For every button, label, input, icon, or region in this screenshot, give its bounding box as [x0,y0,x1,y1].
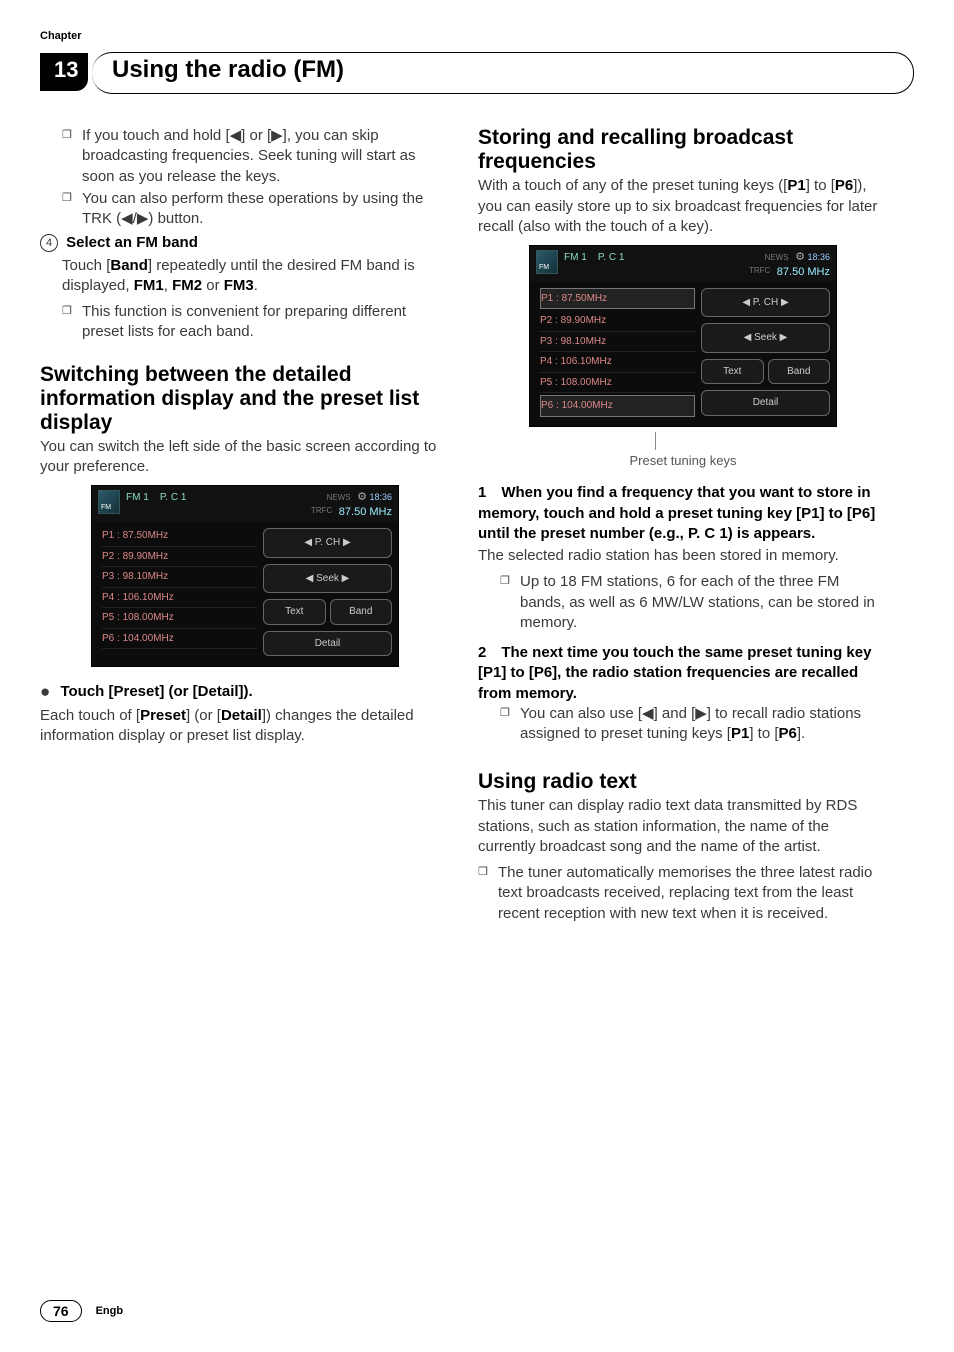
section-heading-switching: Switching between the detailed informati… [40,363,450,435]
clock: 18:36 [807,252,830,262]
numbered-step-1: 1 When you find a frequency that you wan… [478,483,888,544]
section-body: You can switch the left side of the basi… [40,437,450,478]
page-footer: 76 Engb [40,1300,123,1322]
preset-indicator: P. C 1 [160,492,187,503]
trfc-indicator: TRFC [311,506,332,515]
frequency-display: 87.50 MHz [777,266,830,278]
preset-row[interactable]: P1 : 87.50MHz [102,526,257,547]
action-body: Each touch of [Preset] (or [Detail]) cha… [40,706,450,747]
gear-icon: ⚙ [357,491,367,503]
preset-indicator: P. C 1 [598,252,625,263]
text-button[interactable]: Text [701,359,764,385]
news-indicator: NEWS [765,253,789,262]
detail-button[interactable]: Detail [263,631,392,657]
preset-row[interactable]: P1 : 87.50MHz [540,288,695,310]
fm-icon [98,490,120,514]
pch-button[interactable]: ◀ P. CH ▶ [701,288,830,318]
band-indicator: FM 1 [126,492,149,503]
seek-button[interactable]: ◀ Seek ▶ [701,323,830,353]
gear-icon: ⚙ [795,251,805,263]
action-instruction: Touch [Preset] (or [Detail]). [60,683,252,700]
note-text: You can also perform these operations by… [82,190,423,227]
chapter-label: Chapter [40,30,82,42]
note-item: If you touch and hold [◀] or [▶], you ca… [62,126,450,187]
seek-button[interactable]: ◀ Seek ▶ [263,564,392,594]
text-button[interactable]: Text [263,599,326,625]
preset-row[interactable]: P2 : 89.90MHz [102,547,257,568]
pch-button[interactable]: ◀ P. CH ▶ [263,528,392,558]
note-item: Up to 18 FM stations, 6 for each of the … [500,572,888,633]
preset-row[interactable]: P4 : 106.10MHz [102,588,257,609]
numbered-step-2: 2 The next time you touch the same prese… [478,643,888,704]
radio-screenshot: FM 1 P. C 1 NEWS ⚙ 18:36 TRFC 87.50 MHz … [91,485,399,667]
chapter-header: 13 Using the radio (FM) [40,52,914,92]
screenshot-caption: Preset tuning keys [478,452,888,470]
band-button[interactable]: Band [330,599,393,625]
preset-row[interactable]: P4 : 106.10MHz [540,352,695,373]
preset-row[interactable]: P5 : 108.00MHz [102,608,257,629]
radio-screenshot-2: FM 1 P. C 1 NEWS ⚙ 18:36 TRFC 87.50 MHz … [529,245,837,427]
preset-row[interactable]: P2 : 89.90MHz [540,311,695,332]
language-code: Engb [96,1305,124,1317]
section-heading-storing: Storing and recalling broadcast frequenc… [478,126,888,174]
band-indicator: FM 1 [564,252,587,263]
chapter-title: Using the radio (FM) [112,56,344,84]
preset-row[interactable]: P5 : 108.00MHz [540,373,695,394]
preset-row[interactable]: P6 : 104.00MHz [102,629,257,650]
step-body: The selected radio station has been stor… [478,546,888,566]
section-heading-radiotext: Using radio text [478,770,888,794]
preset-row[interactable]: P3 : 98.10MHz [102,567,257,588]
clock: 18:36 [369,492,392,502]
news-indicator: NEWS [327,493,351,502]
note-item: The tuner automatically memorises the th… [478,863,888,924]
step-number-icon: 4 [40,234,58,252]
left-column: If you touch and hold [◀] or [▶], you ca… [40,126,450,926]
chapter-number: 13 [40,53,88,91]
callout-line [655,432,656,450]
right-column: Storing and recalling broadcast frequenc… [478,126,888,926]
section-body: With a touch of any of the preset tuning… [478,176,888,237]
note-item: This function is convenient for preparin… [62,302,450,343]
detail-button[interactable]: Detail [701,390,830,416]
preset-row[interactable]: P6 : 104.00MHz [540,395,695,417]
bullet-icon: ● [40,682,50,701]
note-item: You can also use [◀] and [▶] to recall r… [500,704,888,745]
trfc-indicator: TRFC [749,266,770,275]
page-number: 76 [40,1300,82,1322]
preset-row[interactable]: P3 : 98.10MHz [540,332,695,353]
step-title: Select an FM band [66,234,198,251]
frequency-display: 87.50 MHz [339,506,392,518]
band-button[interactable]: Band [768,359,831,385]
section-body: This tuner can display radio text data t… [478,796,888,857]
fm-icon [536,250,558,274]
step-body: Touch [Band] repeatedly until the desire… [40,256,450,297]
note-item: You can also perform these operations by… [62,189,450,230]
